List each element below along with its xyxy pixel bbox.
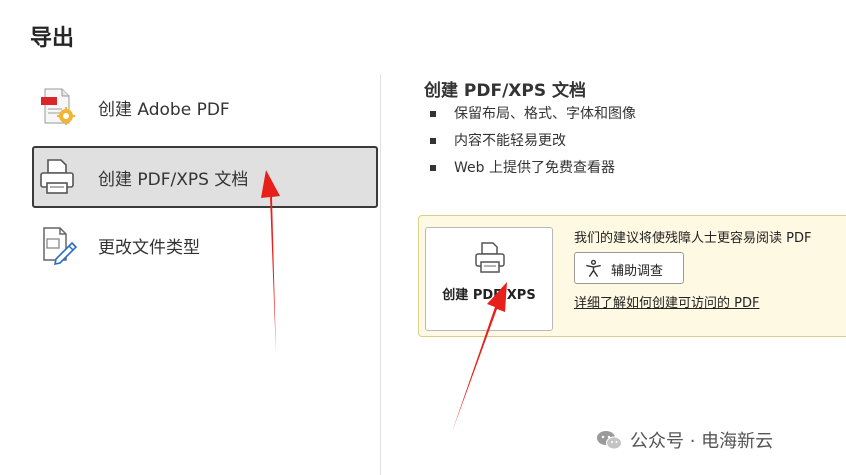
create-pdf-xps-button[interactable]: 创建 PDF/XPS: [425, 227, 553, 331]
feature-item: 内容不能轻易更改: [430, 131, 636, 158]
option-label: 创建 PDF/XPS 文档: [98, 169, 249, 190]
page-title: 导出: [30, 26, 75, 51]
printer-icon: [40, 159, 74, 194]
accessibility-text: 我们的建议将使残障人士更容易阅读 PDF: [574, 231, 812, 246]
section-title: 创建 PDF/XPS 文档: [424, 81, 587, 101]
accessibility-learn-more-link[interactable]: 详细了解如何创建可访问的 PDF: [574, 292, 759, 311]
option-change-file-type[interactable]: 更改文件类型: [32, 214, 378, 276]
accessibility-button-label: 辅助调查: [611, 264, 664, 279]
vertical-divider: [380, 74, 381, 475]
feature-item: 保留布局、格式、字体和图像: [430, 104, 636, 131]
feature-item: Web 上提供了免费查看器: [430, 158, 636, 185]
wechat-icon: [597, 431, 622, 450]
change-file-type-icon: [43, 227, 78, 265]
printer-icon: [475, 242, 505, 273]
create-button-label: 创建 PDF/XPS: [442, 288, 536, 303]
adobe-pdf-icon: [41, 88, 75, 125]
create-panel: 创建 PDF/XPS 我们的建议将使残障人士更容易阅读 PDF 辅助调查 详细了…: [418, 215, 846, 337]
feature-list: 保留布局、格式、字体和图像 内容不能轻易更改 Web 上提供了免费查看器: [430, 104, 636, 185]
option-label: 创建 Adobe PDF: [98, 99, 230, 120]
option-create-pdf-xps[interactable]: 创建 PDF/XPS 文档: [32, 146, 378, 208]
option-label: 更改文件类型: [98, 237, 200, 258]
accessibility-survey-button[interactable]: 辅助调查: [574, 252, 684, 284]
option-create-adobe-pdf[interactable]: 创建 Adobe PDF: [32, 76, 378, 138]
watermark: 公众号 · 电海新云: [596, 428, 773, 452]
accessibility-icon: [586, 259, 601, 277]
watermark-text: 公众号 · 电海新云: [630, 431, 774, 452]
